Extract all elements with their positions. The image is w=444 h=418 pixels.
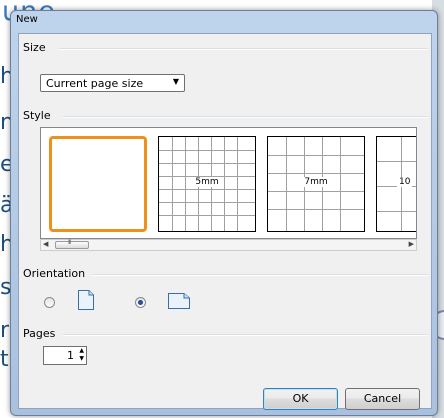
pages-spinner[interactable]: 1 ▲ ▼	[43, 346, 87, 365]
portrait-page-icon	[78, 290, 94, 310]
portrait-radio[interactable]	[44, 297, 55, 308]
ok-button[interactable]: OK	[263, 388, 338, 410]
scroll-right-arrow-icon[interactable]: ▶	[409, 240, 414, 248]
style-horizontal-scrollbar[interactable]: ◀ III ▶	[40, 239, 417, 251]
pages-group-label: Pages	[23, 327, 60, 340]
template-grid-7mm[interactable]: 7mm	[267, 136, 365, 232]
page-size-value: Current page size	[46, 77, 144, 90]
scroll-left-arrow-icon[interactable]: ◀	[43, 240, 48, 248]
pages-group-line	[63, 334, 427, 336]
new-dialog: New Size Current page size ▼ Style 5mm 7…	[10, 10, 438, 416]
template-label: 5mm	[193, 177, 221, 187]
template-grid-10mm[interactable]: 10	[376, 136, 416, 232]
template-label: 7mm	[302, 177, 330, 187]
scrollbar-thumb[interactable]: III	[55, 239, 89, 249]
landscape-page-icon	[168, 293, 190, 309]
style-group-label: Style	[23, 109, 55, 122]
style-template-list[interactable]: 5mm 7mm 10	[40, 127, 417, 239]
spin-down-icon[interactable]: ▼	[79, 355, 84, 362]
size-group-label: Size	[23, 41, 50, 54]
orientation-group-line	[93, 274, 427, 276]
page-size-select[interactable]: Current page size ▼	[40, 74, 185, 92]
pages-value: 1	[67, 349, 74, 362]
dialog-title: New	[16, 14, 38, 25]
template-label: 10	[397, 177, 413, 187]
template-label	[52, 179, 144, 189]
dropdown-arrow-icon: ▼	[172, 77, 179, 86]
template-grid-5mm[interactable]: 5mm	[158, 136, 256, 232]
grip-icon: III	[68, 239, 71, 246]
style-group-line	[63, 116, 427, 118]
landscape-radio[interactable]	[135, 297, 146, 308]
dialog-client-area: Size Current page size ▼ Style 5mm 7mm 1…	[18, 33, 432, 410]
size-group-line	[59, 48, 427, 50]
cancel-button[interactable]: Cancel	[345, 388, 420, 410]
orientation-group-label: Orientation	[23, 267, 90, 280]
spin-up-icon[interactable]: ▲	[79, 347, 84, 354]
template-blank[interactable]	[49, 136, 147, 232]
